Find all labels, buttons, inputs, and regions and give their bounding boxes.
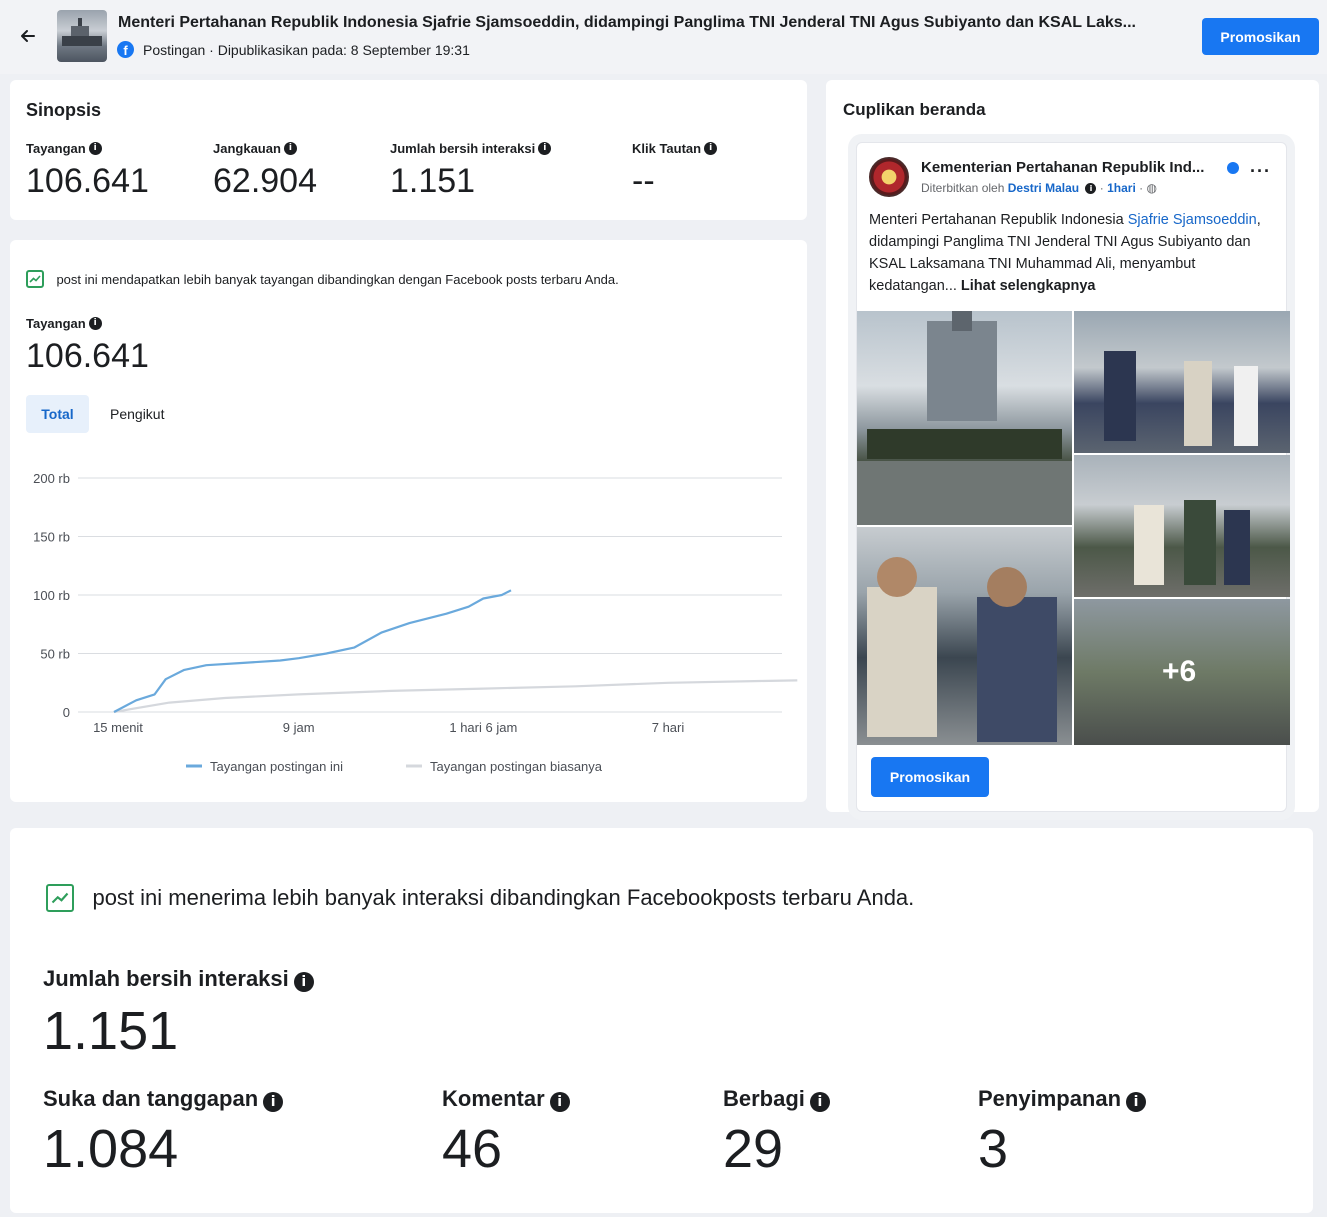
tab-followers[interactable]: Pengikut: [110, 395, 164, 433]
y-tick-label: 0: [63, 705, 70, 720]
interactions-card: post ini menerima lebih banyak interaksi…: [10, 828, 1313, 1213]
promote-button[interactable]: Promosikan: [1202, 18, 1319, 55]
globe-icon: ◍: [1146, 181, 1157, 195]
metric-value: 3: [978, 1119, 1009, 1179]
header-bar: Menteri Pertahanan Republik Indonesia Sj…: [0, 0, 1327, 74]
metric-value: 29: [723, 1119, 784, 1179]
preview-text: Menteri Pertahanan Republik Indonesia Sj…: [869, 209, 1273, 297]
views-card: post ini mendapatkan lebih banyak tayang…: [10, 240, 807, 802]
net-interactions-value: 1.151: [43, 1001, 179, 1061]
views-insight: post ini mendapatkan lebih banyak tayang…: [26, 270, 619, 288]
photo-salute[interactable]: [1074, 311, 1290, 453]
verified-icon: [1227, 162, 1239, 174]
legend-label: Tayangan postingan ini: [210, 759, 343, 774]
tab-total[interactable]: Total: [26, 395, 89, 433]
y-tick-label: 150 rb: [33, 530, 70, 545]
net-interactions-label: Jumlah bersih interaksi: [43, 966, 289, 991]
views-line-chart: 0 50 rb 100 rb 150 rb 200 rb 15 menit 9 jam 1 …: [33, 471, 798, 774]
preview-text-start: Menteri Pertahanan Republik Indonesia: [869, 212, 1128, 228]
metric-label: Suka dan tanggapan: [43, 1086, 259, 1111]
views-metric-value: 106.641: [26, 337, 149, 375]
synopsis-card: Sinopsis Tayangan i 106.641 Jangkauan i 62…: [10, 80, 807, 220]
preview-post: Kementerian Pertahanan Republik Ind... ·…: [856, 142, 1290, 812]
metric-shares: Berbagi i 29: [723, 1086, 830, 1180]
info-icon[interactable]: i: [549, 1091, 570, 1112]
see-more-link[interactable]: Lihat selengkapnya: [961, 278, 1096, 294]
info-icon[interactable]: i: [704, 142, 718, 156]
byline-separator: ·: [1139, 181, 1144, 195]
views-metric: Tayangan i 106.641: [26, 315, 149, 376]
preview-title: Cuplikan beranda: [843, 100, 986, 119]
x-tick-label: 15 menit: [93, 720, 143, 735]
info-icon[interactable]: i: [263, 1091, 284, 1112]
metric-net-interactions: Jumlah bersih interaksi i 1.151: [390, 140, 552, 201]
more-photos-count: +6: [1162, 655, 1197, 688]
metric-label: Komentar: [442, 1086, 545, 1111]
legend-label: Tayangan postingan biasanya: [430, 759, 603, 774]
x-tick-label: 7 hari: [652, 720, 685, 735]
photo-walk[interactable]: [1074, 455, 1290, 597]
metric-label: Klik Tautan: [632, 141, 702, 156]
metric-saves: Penyimpanan i 3: [978, 1086, 1147, 1180]
metric-value: 1.151: [390, 162, 476, 200]
info-icon[interactable]: i: [1085, 183, 1097, 195]
info-icon[interactable]: i: [283, 142, 297, 156]
metric-label: Penyimpanan: [978, 1086, 1122, 1111]
post-thumbnail: [57, 10, 107, 62]
series-line: [113, 679, 798, 714]
views-metric-label: Tayangan: [26, 316, 86, 331]
preview-card: Cuplikan beranda Kementerian Pertahanan …: [826, 80, 1319, 812]
byline-prefix: Diterbitkan oleh: [921, 181, 1005, 195]
x-tick-label: 9 jam: [283, 720, 315, 735]
byline-separator: ·: [1099, 181, 1104, 195]
photo-more[interactable]: +6: [1074, 599, 1290, 745]
synopsis-title: Sinopsis: [26, 100, 102, 120]
interactions-insight: post ini menerima lebih banyak interaksi…: [46, 884, 914, 912]
arrow-left-icon[interactable]: [18, 26, 38, 46]
facebook-icon: f: [117, 41, 134, 58]
mention-link[interactable]: Sjafrie Sjamsoeddin: [1128, 212, 1257, 228]
photo-handshake[interactable]: [857, 527, 1072, 745]
post-byline: Diterbitkan oleh Destri Malau i · 1hari …: [921, 181, 1157, 195]
page-avatar: [869, 157, 909, 197]
more-options-icon[interactable]: ···: [1250, 161, 1271, 182]
metric-label: Tayangan: [26, 141, 86, 156]
post-meta: Postingan · Dipublikasikan pada: 8 Septe…: [143, 42, 470, 58]
net-interactions: Jumlah bersih interaksi i 1.151: [43, 966, 314, 1062]
preview-promote-button[interactable]: Promosikan: [871, 757, 989, 797]
metric-likes-reactions: Suka dan tanggapan i 1.084: [43, 1086, 284, 1180]
photo-ship-group[interactable]: [857, 311, 1072, 525]
views-insight-text: post ini mendapatkan lebih banyak tayang…: [56, 271, 619, 287]
y-tick-label: 50 rb: [40, 647, 70, 662]
info-icon[interactable]: i: [88, 142, 102, 156]
metric-label: Berbagi: [723, 1086, 805, 1111]
y-tick-label: 200 rb: [33, 471, 70, 486]
metric-label: Jangkauan: [213, 141, 281, 156]
page-name[interactable]: Kementerian Pertahanan Republik Ind...: [921, 159, 1204, 176]
metric-views: Tayangan i 106.641: [26, 140, 149, 201]
metric-link-clicks: Klik Tautan i --: [632, 140, 718, 201]
metric-value: --: [632, 162, 655, 200]
interactions-insight-text: post ini menerima lebih banyak interaksi…: [92, 885, 915, 910]
y-tick-label: 100 rb: [33, 588, 70, 603]
metric-label: Jumlah bersih interaksi: [390, 141, 536, 156]
byline-time[interactable]: 1hari: [1107, 181, 1136, 195]
info-icon[interactable]: i: [538, 142, 552, 156]
info-icon[interactable]: i: [809, 1091, 830, 1112]
info-icon[interactable]: i: [1126, 1091, 1147, 1112]
info-icon[interactable]: i: [88, 317, 102, 331]
metric-reach: Jangkauan i 62.904: [213, 140, 317, 201]
metric-value: 62.904: [213, 162, 317, 200]
trend-up-icon: [46, 884, 74, 912]
metric-value: 1.084: [43, 1119, 179, 1179]
metric-comments: Komentar i 46: [442, 1086, 570, 1180]
byline-author[interactable]: Destri Malau: [1008, 181, 1079, 195]
metric-value: 106.641: [26, 162, 149, 200]
trend-up-icon: [26, 270, 44, 288]
info-icon[interactable]: i: [293, 971, 314, 992]
post-title: Menteri Pertahanan Republik Indonesia Sj…: [118, 14, 1136, 31]
metric-value: 46: [442, 1119, 503, 1179]
x-tick-label: 1 hari 6 jam: [449, 720, 517, 735]
